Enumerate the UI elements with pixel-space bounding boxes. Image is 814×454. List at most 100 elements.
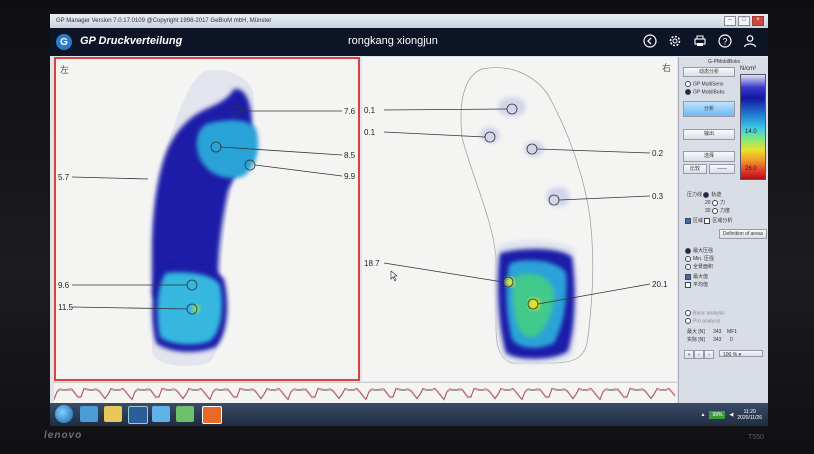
svg-text:?: ? xyxy=(722,37,727,47)
minimize-button[interactable]: – xyxy=(724,16,736,26)
compare-button[interactable]: 比较 xyxy=(683,164,707,174)
left-foot-panel[interactable]: 左 7.6 8.5 9.9 5.7 9.6 11.5 xyxy=(54,57,360,381)
radio-mobilboks-dot xyxy=(685,89,691,95)
list-full-area-radio xyxy=(685,263,691,270)
analysis-button[interactable]: 分析 xyxy=(683,101,735,117)
list-max-value-label: 最大值 xyxy=(693,274,709,280)
left-value-6: 11.5 xyxy=(58,303,74,312)
radio-multisens[interactable]: GP MultiSens xyxy=(685,81,723,87)
left-pressure-map: 7.6 8.5 9.9 5.7 9.6 11.5 xyxy=(58,70,356,366)
left-value-4: 5.7 xyxy=(58,173,70,182)
app-header: G GP Druckverteilung rongkang xiongjun ? xyxy=(50,28,768,56)
definition-of-areas-button[interactable]: Definition of areas xyxy=(719,229,767,239)
taskbar-app-green-icon[interactable] xyxy=(176,406,194,422)
taskbar-clock[interactable]: 11:20 2020/11/26 xyxy=(737,409,762,421)
gp-logo-icon: G xyxy=(56,34,72,50)
colorbar-high-value: 26.0 xyxy=(745,166,757,172)
print-icon[interactable] xyxy=(692,33,708,49)
radio-mobilboks[interactable]: GP MobilBoks xyxy=(685,89,725,95)
patient-name: rongkang xiongjun xyxy=(348,35,438,47)
left-value-3: 9.9 xyxy=(344,172,356,181)
option-30[interactable]: 30 力度 xyxy=(705,207,730,214)
tray-network-icon[interactable]: ▲ xyxy=(701,412,706,418)
option-20[interactable]: 20 力 xyxy=(705,199,725,206)
list-max-pressure-radio xyxy=(685,247,691,254)
taskbar-app-window-icon[interactable] xyxy=(128,406,148,424)
gear-icon[interactable] xyxy=(667,33,683,49)
list-max-pressure-label: 最大压强 xyxy=(693,248,714,254)
dynamic-analysis-button[interactable]: 动态分析 xyxy=(683,67,735,77)
window-titlebar: GP Manager Version 7.0.17.0109 @Copyrigh… xyxy=(50,14,768,28)
stats-header-value: 343 xyxy=(713,329,722,335)
checkbox-area-label: 区域 xyxy=(693,218,704,224)
taskbar-app-folder-icon[interactable] xyxy=(104,406,122,422)
select-button[interactable]: 选择 xyxy=(683,151,735,162)
monitor-model: T550 xyxy=(748,434,764,441)
list-average[interactable]: 平均值 xyxy=(685,281,708,288)
battery-indicator[interactable]: 99% xyxy=(709,410,726,419)
mouse-cursor-icon xyxy=(390,270,398,282)
right-foot-panel[interactable]: 右 0.1 0.1 0.2 0.3 18.7 20.1 xyxy=(362,57,677,381)
close-button[interactable]: × xyxy=(752,16,764,26)
checkbox-area-analysis-label: 区域分析 xyxy=(712,218,733,224)
checkbox-area-box xyxy=(685,217,691,224)
lenovo-logo: lenovo xyxy=(44,430,83,441)
radio-mobilboks-label: GP MobilBoks xyxy=(693,89,725,96)
option-30-radio xyxy=(711,207,718,214)
stats-row-value: 343 xyxy=(713,337,722,343)
maximize-button[interactable]: □ xyxy=(738,16,750,26)
list-min-pressure[interactable]: Min. 压强 xyxy=(685,255,714,262)
list-average-label: 平均值 xyxy=(693,282,709,288)
basic-analysis-label: Basic analysis xyxy=(693,310,725,317)
control-sidebar: G-PMobilBoks 动态分析 GP MultiSens GP MobilB… xyxy=(678,57,768,403)
option-pressure-line-radio xyxy=(703,191,710,198)
nav-prev-button[interactable]: ‹ xyxy=(694,350,704,359)
window-controls: – □ × xyxy=(724,16,764,26)
taskbar-app-chat-icon[interactable] xyxy=(152,406,170,422)
basic-analysis-option[interactable]: Basic analysis xyxy=(685,310,725,316)
stats-row-label: 实际 [N] xyxy=(687,337,705,343)
list-min-pressure-radio xyxy=(685,255,691,262)
list-max-value[interactable]: 最大值 xyxy=(685,273,708,280)
clock-date: 2020/11/26 xyxy=(737,414,762,421)
nav-first-button[interactable]: « xyxy=(684,350,694,359)
left-value-1: 7.6 xyxy=(344,107,356,116)
left-value-2: 8.5 xyxy=(344,151,356,160)
right-value-6: 20.1 xyxy=(652,280,668,289)
radio-multisens-dot xyxy=(685,81,691,87)
taskbar-app-gp-icon[interactable] xyxy=(202,406,222,424)
pressure-timeline[interactable] xyxy=(53,382,677,403)
pro-analysis-option[interactable]: Pro analysis xyxy=(685,318,720,324)
back-icon[interactable] xyxy=(642,33,658,49)
help-icon[interactable]: ? xyxy=(717,33,733,49)
list-max-value-box xyxy=(685,273,691,280)
stats-header-label: 最大 [N] xyxy=(687,329,705,335)
stats-header: 最大 [N] 343 MF1 xyxy=(687,328,737,335)
taskbar-app-ie-icon[interactable] xyxy=(80,406,98,422)
option-pressure-line[interactable]: 压力线 轨迹 xyxy=(687,191,721,198)
nav-next-button[interactable]: › xyxy=(704,350,714,359)
zoom-select[interactable]: 100 % ▾ xyxy=(719,350,763,358)
option-trajectory-label: 轨迹 xyxy=(711,192,722,198)
tray-volume-icon[interactable]: ◀ xyxy=(729,412,733,418)
colorbar-mid-value: 14.0 xyxy=(745,129,757,135)
user-icon[interactable] xyxy=(742,33,758,49)
basic-analysis-radio xyxy=(685,310,691,316)
option-20-radio xyxy=(711,199,718,206)
right-value-1: 0.1 xyxy=(364,106,376,115)
stats-row-mf1: 0 xyxy=(729,337,733,343)
radio-multisens-label: GP MultiSens xyxy=(693,81,724,88)
header-toolbar: ? xyxy=(642,33,758,49)
list-full-area[interactable]: 全景面积 xyxy=(685,263,713,270)
secondary-button[interactable]: —— xyxy=(709,164,735,174)
list-max-pressure[interactable]: 最大压强 xyxy=(685,247,713,254)
right-heel-hotspot-1 xyxy=(505,277,515,287)
system-tray: ▲ 99% ◀ 11:20 2020/11/26 xyxy=(701,406,762,423)
start-button[interactable] xyxy=(55,405,73,423)
pro-analysis-label: Pro analysis xyxy=(693,318,721,325)
list-average-box xyxy=(685,281,691,288)
list-min-pressure-label: Min. 压强 xyxy=(693,256,714,262)
option-20-label: 20 xyxy=(705,200,711,206)
output-button[interactable]: 输出 xyxy=(683,129,735,140)
checkbox-area[interactable]: 区域 区域分析 xyxy=(685,217,732,224)
